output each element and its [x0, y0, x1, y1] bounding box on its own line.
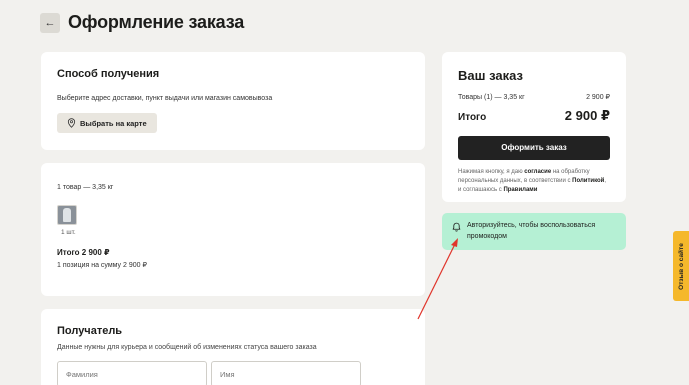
goods-row: Товары (1) — 3,35 кг 2 900 ₽	[458, 93, 610, 101]
cart-items-card: 1 товар — 3,35 кг 1 шт. Итого 2 900 ₽ 1 …	[41, 163, 425, 296]
bell-icon	[452, 222, 461, 232]
total-row: Итого 2 900 ₽	[458, 108, 610, 124]
promo-text: Авторизуйтесь, чтобы воспользоваться про…	[467, 222, 596, 240]
product-image	[63, 208, 71, 222]
delivery-title: Способ получения	[57, 68, 160, 80]
last-name-input[interactable]	[57, 361, 207, 385]
goods-price: 2 900 ₽	[586, 94, 610, 101]
site-feedback-tab[interactable]: Отзыв о сайте	[673, 231, 689, 301]
arrow-left-icon: ←	[44, 16, 56, 29]
consent-text-1: Нажимая кнопку, я даю	[458, 169, 525, 175]
promo-login-banner[interactable]: Авторизуйтесь, чтобы воспользоваться про…	[442, 213, 626, 250]
recipient-description: Данные нужны для курьера и сообщений об …	[57, 344, 317, 351]
total-price: 2 900 ₽	[564, 108, 610, 123]
feedback-label: Отзыв о сайте	[677, 242, 685, 290]
recipient-fields	[57, 361, 409, 385]
first-name-input[interactable]	[211, 361, 361, 385]
delivery-description: Выберите адрес доставки, пункт выдачи ил…	[57, 95, 273, 102]
checkout-button[interactable]: Оформить заказ	[458, 136, 610, 160]
recipient-card: Получатель Данные нужны для курьера и со…	[41, 309, 425, 385]
consent-text: Нажимая кнопку, я даю согласие на обрабо…	[458, 168, 610, 195]
consent-link[interactable]: согласие	[524, 169, 551, 175]
policy-link[interactable]: Политикой	[572, 178, 604, 184]
order-summary-card: Ваш заказ Товары (1) — 3,35 кг 2 900 ₽ И…	[442, 52, 626, 202]
items-count-weight: 1 товар — 3,35 кг	[57, 184, 114, 191]
items-summary: 1 позиция на сумму 2 900 ₽	[57, 262, 147, 269]
choose-on-map-button[interactable]: Выбрать на карте	[57, 113, 157, 133]
items-total: Итого 2 900 ₽	[57, 248, 110, 257]
map-pin-icon	[67, 118, 76, 128]
recipient-title: Получатель	[57, 325, 123, 337]
choose-on-map-label: Выбрать на карте	[80, 118, 147, 128]
page-header: ← Оформление заказа	[40, 12, 244, 33]
back-button[interactable]: ←	[40, 12, 60, 33]
rules-link[interactable]: Правилами	[503, 187, 537, 193]
page-title: Оформление заказа	[68, 12, 245, 32]
product-thumbnail[interactable]	[57, 205, 77, 225]
order-title: Ваш заказ	[458, 68, 523, 83]
total-label: Итого	[458, 112, 487, 123]
delivery-method-card: Способ получения Выберите адрес доставки…	[41, 52, 425, 150]
goods-label: Товары (1) — 3,35 кг	[458, 94, 525, 101]
product-quantity: 1 шт.	[61, 229, 76, 236]
